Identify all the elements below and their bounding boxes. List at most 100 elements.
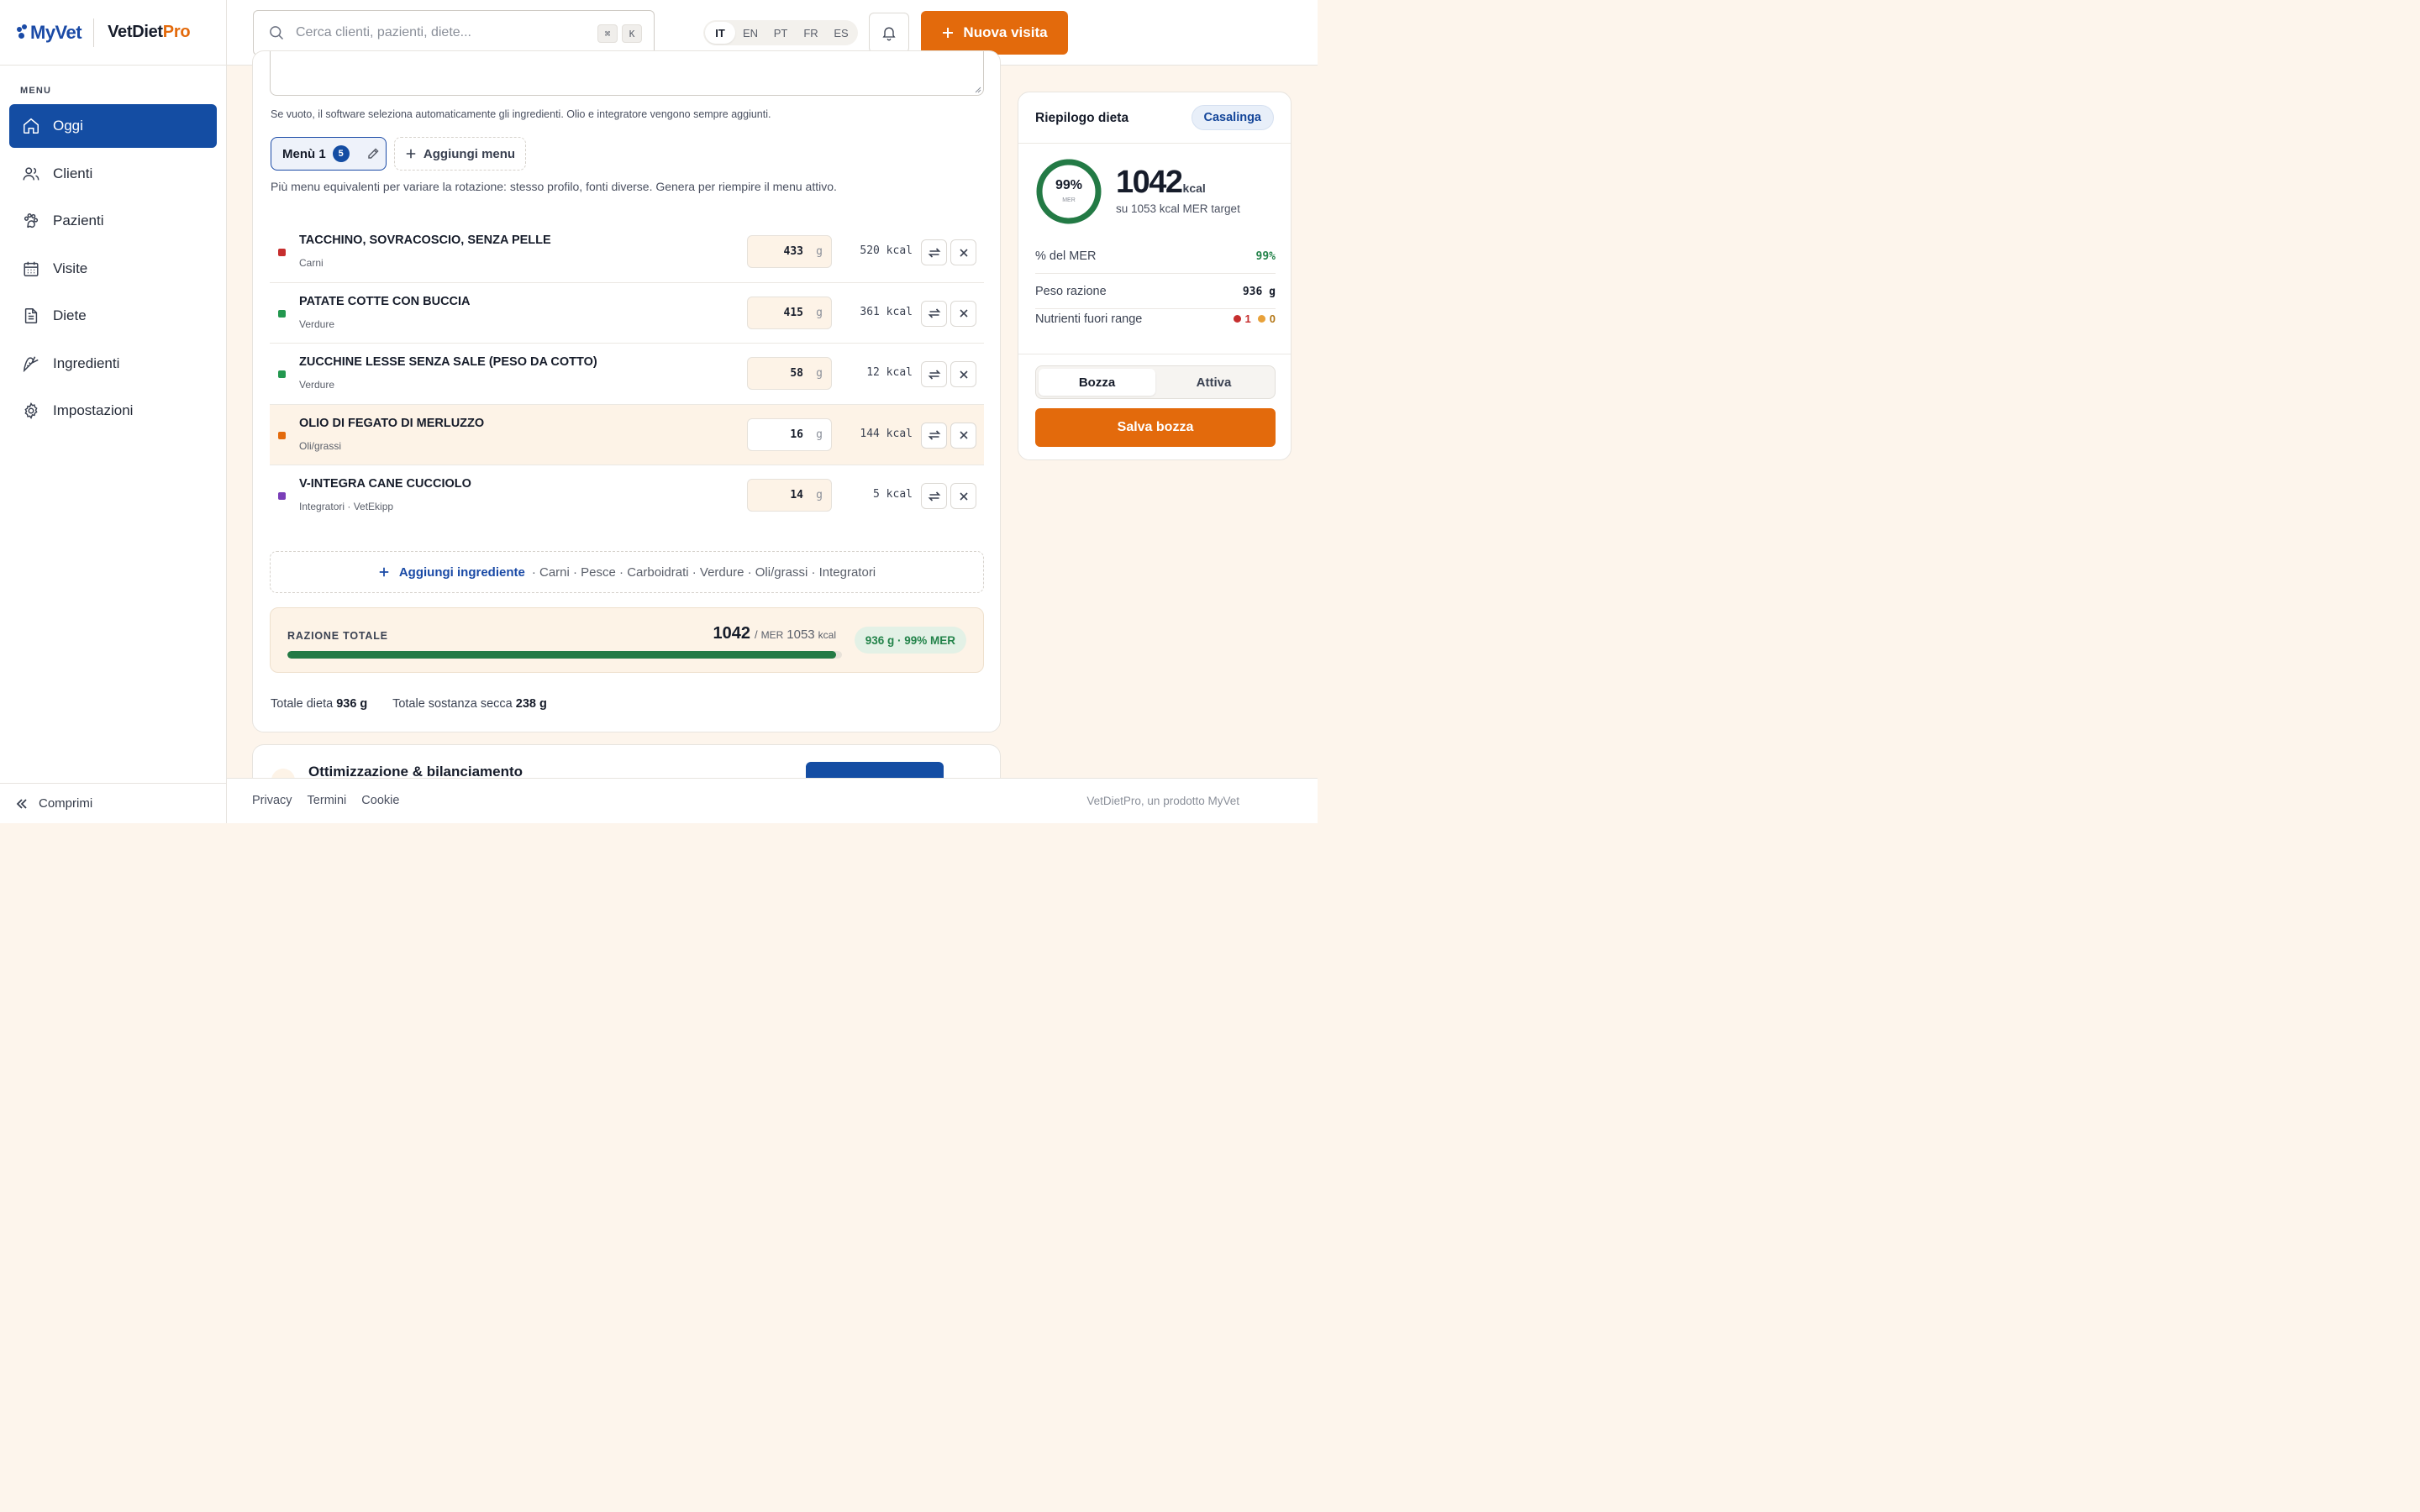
grams-unit: g bbox=[816, 367, 823, 380]
ingredient-list: TACCHINO, SOVRACOSCIO, SENZA PELLE Carni… bbox=[270, 222, 984, 527]
notes-textarea[interactable] bbox=[270, 51, 984, 96]
range-flags: 1 0 bbox=[1233, 312, 1276, 325]
grams-input[interactable]: 14 g bbox=[747, 479, 832, 512]
tab-menu-1[interactable]: Menù 1 5 bbox=[271, 137, 387, 171]
save-draft-button[interactable]: Salva bozza bbox=[1035, 408, 1276, 447]
add-menu-button[interactable]: Aggiungi menu bbox=[394, 137, 526, 171]
remove-ingredient-button[interactable] bbox=[950, 422, 976, 449]
grams-input[interactable]: 415 g bbox=[747, 296, 832, 329]
sidebar-item-impostazioni[interactable]: Impostazioni bbox=[9, 389, 217, 433]
lang-en[interactable]: EN bbox=[735, 22, 765, 44]
ingredient-kcal: 520 kcal bbox=[860, 244, 913, 257]
add-ingredient-link[interactable]: Aggiungi ingrediente bbox=[399, 565, 525, 580]
ingredient-name: OLIO DI FEGATO DI MERLUZZO bbox=[299, 416, 485, 430]
ingredient-row: V-INTEGRA CANE CUCCIOLO Integratori · Ve… bbox=[270, 465, 984, 527]
document-icon bbox=[24, 308, 38, 323]
ingredient-category: Integratori · VetEkipp bbox=[299, 501, 394, 512]
resize-handle-icon[interactable] bbox=[975, 87, 981, 93]
category-color-dot bbox=[278, 492, 286, 500]
swap-ingredient-button[interactable] bbox=[921, 361, 947, 387]
sidebar-item-ingredienti[interactable]: Ingredienti bbox=[9, 342, 217, 386]
auto-ingredients-hint: Se vuoto, il software seleziona automati… bbox=[271, 108, 771, 120]
notifications-button[interactable] bbox=[869, 13, 909, 53]
pencil-icon[interactable] bbox=[366, 147, 380, 160]
category-color-dot bbox=[278, 431, 286, 439]
sidebar-item-diete[interactable]: Diete bbox=[9, 294, 217, 338]
product-logo: VetDietPro bbox=[108, 23, 190, 42]
swap-ingredient-button[interactable] bbox=[921, 483, 947, 509]
grams-input[interactable]: 58 g bbox=[747, 357, 832, 390]
ingredient-name: PATATE COTTE CON BUCCIA bbox=[299, 294, 471, 308]
footer-link-privacy[interactable]: Privacy bbox=[252, 794, 292, 807]
total-separator: / bbox=[754, 628, 758, 641]
mer-progress-fill bbox=[287, 651, 837, 659]
lang-it[interactable]: IT bbox=[705, 22, 735, 44]
mer-value: 1053 bbox=[786, 627, 815, 642]
swap-icon bbox=[928, 247, 940, 258]
close-icon bbox=[959, 370, 968, 379]
carrot-icon bbox=[23, 355, 39, 372]
footer-link-terms[interactable]: Termini bbox=[308, 794, 347, 807]
total-ration-kcal: 1042 / MER 1053 kcal bbox=[713, 624, 839, 643]
status-draft-option[interactable]: Bozza bbox=[1039, 369, 1155, 396]
remove-ingredient-button[interactable] bbox=[950, 483, 976, 509]
menu-rotation-hint: Più menu equivalenti per variare la rota… bbox=[271, 180, 837, 193]
sidebar-item-label: Visite bbox=[53, 260, 88, 276]
summary-title: Riepilogo dieta bbox=[1035, 111, 1129, 125]
category-color-dot bbox=[278, 309, 286, 318]
grams-input[interactable]: 16 g bbox=[747, 417, 832, 451]
plus-icon bbox=[379, 567, 389, 577]
menu-section-label: MENU bbox=[20, 86, 52, 96]
search-input[interactable] bbox=[296, 25, 581, 40]
footer-link-cookie[interactable]: Cookie bbox=[361, 794, 399, 807]
myvet-logo[interactable]: MyVet bbox=[17, 22, 82, 44]
lang-fr[interactable]: FR bbox=[796, 22, 826, 44]
swap-ingredient-button[interactable] bbox=[921, 239, 947, 265]
sidebar-item-pazienti[interactable]: Pazienti bbox=[9, 199, 217, 243]
ingredient-kcal: 144 kcal bbox=[860, 427, 913, 440]
new-visit-label: Nuova visita bbox=[963, 24, 1048, 40]
plus-icon bbox=[943, 28, 954, 38]
stat-label: Peso razione bbox=[1035, 285, 1107, 298]
ingredient-name: ZUCCHINE LESSE SENZA SALE (PESO DA COTTO… bbox=[299, 355, 597, 369]
swap-icon bbox=[928, 369, 940, 380]
ring-percent: 99% bbox=[1055, 178, 1083, 192]
new-visit-button[interactable]: Nuova visita bbox=[921, 11, 1068, 55]
summary-header: Riepilogo dieta Casalinga bbox=[1018, 92, 1291, 144]
diet-totals-line: Totale dieta 936 g Totale sostanza secca… bbox=[271, 697, 569, 711]
total-ration-box: RAZIONE TOTALE 1042 / MER 1053 kcal 936 … bbox=[270, 607, 984, 673]
grams-input[interactable]: 433 g bbox=[747, 235, 832, 268]
sidebar-item-label: Ingredienti bbox=[53, 354, 120, 371]
ingredient-kcal: 5 kcal bbox=[873, 488, 913, 501]
grams-unit: g bbox=[816, 428, 823, 441]
status-active-option[interactable]: Attiva bbox=[1155, 369, 1272, 396]
diet-editor-card: Se vuoto, il software seleziona automati… bbox=[252, 50, 1001, 732]
stat-nutrients-out-of-range[interactable]: Nutrienti fuori range 1 0 bbox=[1035, 302, 1276, 336]
ingredient-category: Oli/grassi bbox=[299, 439, 342, 452]
ingredient-row: TACCHINO, SOVRACOSCIO, SENZA PELLE Carni… bbox=[270, 222, 984, 283]
category-color-dot bbox=[278, 249, 286, 256]
sidebar-item-visite[interactable]: Visite bbox=[9, 247, 217, 291]
kcal-unit: kcal bbox=[818, 629, 836, 641]
collapse-sidebar-button[interactable]: Comprimi bbox=[0, 783, 226, 823]
sidebar-item-oggi[interactable]: Oggi bbox=[9, 104, 217, 148]
search-box[interactable]: ⌘ K bbox=[253, 10, 655, 55]
grams-unit: g bbox=[816, 306, 823, 319]
lang-es[interactable]: ES bbox=[826, 22, 856, 44]
paw-icon bbox=[24, 213, 39, 228]
add-ingredient-bar[interactable]: Aggiungi ingrediente · Carni · Pesce · C… bbox=[270, 551, 984, 593]
amber-flag-count: 0 bbox=[1269, 312, 1276, 325]
diet-total-value: 936 g bbox=[336, 697, 368, 711]
ingredient-categories: · Carni · Pesce · Carboidrati · Verdure … bbox=[531, 564, 876, 580]
remove-ingredient-button[interactable] bbox=[950, 239, 976, 265]
sidebar-item-clienti[interactable]: Clienti bbox=[9, 152, 217, 196]
remove-ingredient-button[interactable] bbox=[950, 361, 976, 387]
add-menu-label: Aggiungi menu bbox=[423, 146, 516, 161]
remove-ingredient-button[interactable] bbox=[950, 300, 976, 327]
dry-matter-value: 238 g bbox=[515, 697, 547, 711]
swap-ingredient-button[interactable] bbox=[921, 422, 947, 449]
diet-type-badge: Casalinga bbox=[1191, 105, 1274, 130]
swap-ingredient-button[interactable] bbox=[921, 300, 947, 327]
lang-pt[interactable]: PT bbox=[765, 22, 796, 44]
summary-kcal-value: 1042 bbox=[1116, 165, 1183, 200]
